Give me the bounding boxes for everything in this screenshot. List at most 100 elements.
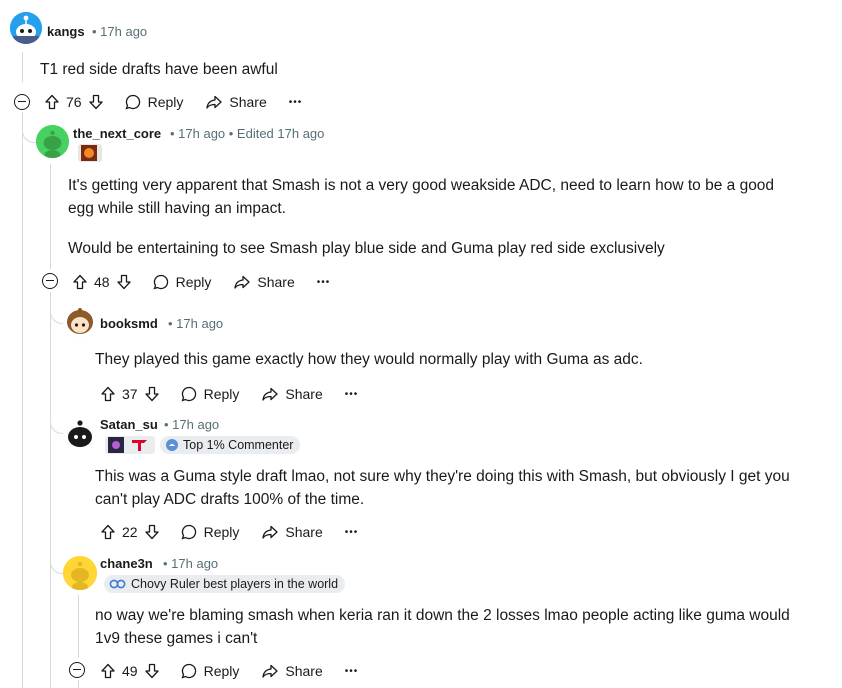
username[interactable]: Satan_su	[100, 417, 158, 432]
reply-label: Reply	[203, 663, 240, 679]
team-logo-icon	[109, 579, 126, 589]
collapse-button[interactable]	[14, 94, 30, 110]
reply-button[interactable]: Reply	[180, 662, 240, 680]
collapse-button[interactable]	[69, 662, 85, 678]
more-icon: •••	[344, 526, 359, 538]
collapse-button[interactable]	[42, 273, 58, 289]
comment-actions: 48 Reply Share •••	[72, 270, 352, 294]
reply-button[interactable]: Reply	[124, 93, 183, 111]
reply-button[interactable]: Reply	[152, 273, 212, 291]
vote-count: 22	[122, 524, 138, 540]
share-label: Share	[229, 94, 267, 110]
more-options-button[interactable]: •••	[345, 666, 359, 677]
comment-body: It's getting very apparent that Smash is…	[68, 174, 774, 260]
username[interactable]: kangs	[47, 24, 85, 39]
flair-text: Chovy Ruler best players in the world	[131, 577, 339, 591]
arrow-down-icon[interactable]	[144, 386, 160, 402]
arrow-up-icon[interactable]	[100, 386, 116, 402]
snoo-avatar-icon	[63, 556, 97, 590]
team-flair-icon	[108, 437, 147, 453]
champion-flair-icon	[81, 145, 97, 161]
comment-meta: • 17h ago	[168, 316, 224, 331]
comment-body: They played this game exactly how they w…	[95, 348, 643, 371]
comment-meta: • 17h ago	[163, 556, 219, 571]
comment-meta: • 17h ago	[164, 417, 220, 432]
vote-group: 48	[72, 274, 132, 290]
user-flair-image	[105, 436, 155, 454]
comment-meta: • 17h ago • Edited 17h ago	[170, 126, 325, 141]
share-label: Share	[285, 386, 323, 402]
speech-bubble-icon	[181, 386, 196, 402]
comment-meta: • 17h ago	[92, 24, 148, 39]
more-icon: •••	[344, 388, 359, 400]
share-arrow-icon	[206, 95, 223, 109]
share-arrow-icon	[234, 275, 251, 289]
more-options-button[interactable]: •••	[317, 277, 331, 288]
arrow-up-icon[interactable]	[100, 663, 116, 679]
snoo-avatar-icon	[10, 12, 42, 44]
comment-line: egg while still having an impact.	[68, 200, 286, 217]
share-label: Share	[285, 524, 323, 540]
thread-elbow	[22, 124, 37, 143]
vote-count: 37	[122, 386, 138, 402]
more-options-button[interactable]: •••	[289, 97, 303, 108]
arrow-down-icon[interactable]	[116, 274, 132, 290]
share-button[interactable]: Share	[261, 385, 323, 403]
username[interactable]: booksmd	[100, 316, 158, 331]
comment-body: no way we're blaming smash when keria ra…	[95, 604, 790, 650]
more-icon: •••	[288, 96, 303, 108]
comment-line: 1v9 these games i can't	[95, 630, 258, 647]
username[interactable]: chane3n	[100, 556, 153, 571]
thread-line	[50, 164, 51, 269]
share-button[interactable]: Share	[261, 662, 323, 680]
speech-bubble-icon	[181, 524, 196, 540]
thread-line	[22, 52, 23, 82]
vote-count: 48	[94, 274, 110, 290]
arrow-up-icon[interactable]	[44, 94, 60, 110]
share-label: Share	[257, 274, 295, 290]
vote-group: 37	[100, 386, 160, 402]
arrow-down-icon[interactable]	[88, 94, 104, 110]
share-button[interactable]: Share	[261, 523, 323, 541]
arrow-up-icon[interactable]	[72, 274, 88, 290]
thread-line	[78, 595, 79, 658]
reply-button[interactable]: Reply	[180, 523, 240, 541]
share-button[interactable]: Share	[233, 273, 295, 291]
share-label: Share	[285, 663, 323, 679]
avatar[interactable]	[36, 125, 69, 158]
share-button[interactable]: Share	[205, 93, 267, 111]
thread-line	[78, 680, 79, 688]
more-options-button[interactable]: •••	[345, 527, 359, 538]
snoo-avatar-icon	[63, 306, 97, 340]
vote-count: 49	[122, 663, 138, 679]
comment-line: Would be entertaining to see Smash play …	[68, 240, 665, 257]
speech-bubble-icon	[125, 94, 140, 110]
vote-group: 76	[44, 94, 104, 110]
arrow-up-icon[interactable]	[100, 524, 116, 540]
comment-line: This was a Guma style draft lmao, not su…	[95, 468, 790, 485]
share-arrow-icon	[262, 664, 279, 678]
avatar[interactable]	[10, 12, 42, 44]
avatar[interactable]	[63, 417, 97, 451]
avatar[interactable]	[63, 556, 97, 590]
reply-label: Reply	[203, 524, 240, 540]
more-options-button[interactable]: •••	[345, 389, 359, 400]
vote-group: 49	[100, 663, 160, 679]
comment-actions: 76 Reply Share •••	[44, 90, 324, 114]
comment-line: no way we're blaming smash when keria ra…	[95, 607, 790, 624]
top-commenter-icon	[166, 439, 178, 451]
reply-button[interactable]: Reply	[180, 385, 239, 403]
reply-label: Reply	[175, 274, 212, 290]
more-icon: •••	[316, 276, 331, 288]
speech-bubble-icon	[153, 274, 168, 290]
avatar[interactable]	[63, 306, 97, 340]
more-icon: •••	[344, 665, 359, 677]
share-arrow-icon	[262, 387, 279, 401]
arrow-down-icon[interactable]	[144, 524, 160, 540]
user-flair: Chovy Ruler best players in the world	[104, 575, 346, 593]
comment-line: can't play ADC drafts 100% of the time.	[95, 491, 365, 508]
username[interactable]: the_next_core	[73, 126, 161, 141]
comment-line: They played this game exactly how they w…	[95, 351, 643, 368]
vote-count: 76	[66, 94, 82, 110]
arrow-down-icon[interactable]	[144, 663, 160, 679]
